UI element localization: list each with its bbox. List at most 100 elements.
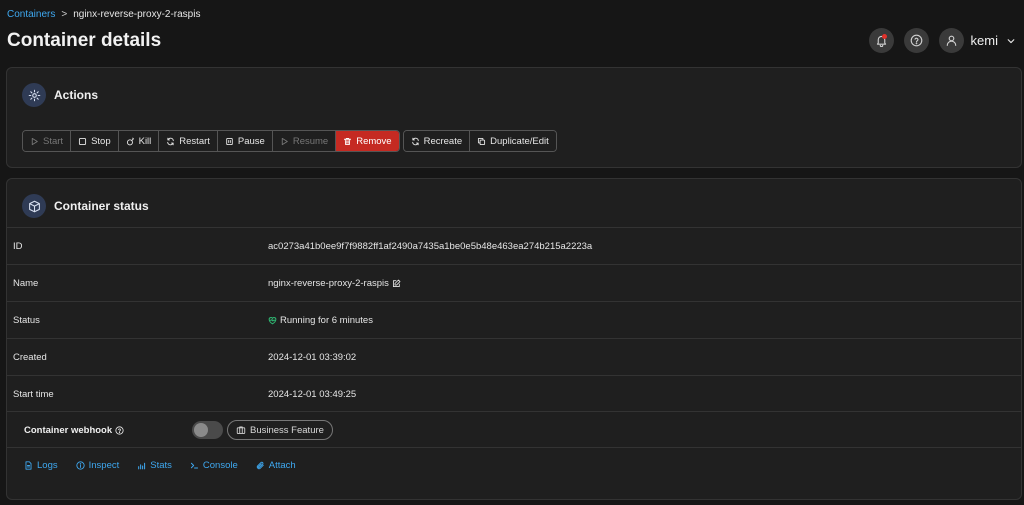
copy-icon	[478, 137, 486, 145]
action-buttons: Start Stop Kill Restart Pause Resume Rem…	[22, 130, 557, 152]
start-button-label: Start	[43, 135, 64, 147]
console-link[interactable]: Console	[190, 460, 238, 471]
remove-button-label: Remove	[356, 135, 392, 147]
webhook-label-wrap: Container webhook	[24, 425, 124, 436]
stats-link[interactable]: Stats	[137, 460, 172, 471]
status-title: Container status	[54, 199, 149, 213]
business-feature-badge: Business Feature	[227, 420, 333, 440]
inspect-link[interactable]: Inspect	[76, 460, 120, 471]
play-icon	[31, 137, 38, 145]
start-button[interactable]: Start	[23, 131, 72, 151]
status-value: Running for 6 minutes	[280, 314, 373, 326]
page-title: Container details	[7, 30, 162, 51]
resume-button[interactable]: Resume	[272, 131, 337, 151]
logs-link-label: Logs	[37, 460, 58, 471]
kill-button-label: Kill	[138, 135, 152, 147]
duplicate-edit-button[interactable]: Duplicate/Edit	[470, 131, 556, 151]
kill-button[interactable]: Kill	[118, 131, 160, 151]
remove-button[interactable]: Remove	[336, 131, 399, 151]
name-label: Name	[13, 277, 39, 289]
help-circle-icon	[910, 34, 922, 47]
actions-header: Actions	[22, 83, 98, 107]
business-feature-label: Business Feature	[250, 424, 324, 436]
paperclip-icon	[256, 461, 264, 470]
status-value-wrap: Running for 6 minutes	[268, 315, 373, 326]
box-icon	[28, 200, 40, 212]
status-row: Status Running for 6 minutes	[7, 301, 1021, 338]
name-value: nginx-reverse-proxy-2-raspis	[268, 277, 389, 289]
container-control-group: Start Stop Kill Restart Pause Resume Rem…	[22, 130, 400, 152]
play-icon	[281, 137, 288, 145]
bomb-icon	[126, 137, 134, 145]
user-menu-avatar[interactable]	[938, 28, 964, 53]
webhook-label: Container webhook	[24, 424, 113, 436]
stop-button[interactable]: Stop	[71, 131, 119, 151]
restart-button-label: Restart	[179, 135, 210, 147]
name-row: Name nginx-reverse-proxy-2-raspis	[7, 264, 1021, 301]
actions-title: Actions	[54, 88, 99, 102]
breadcrumb: Containers > nginx-reverse-proxy-2-raspis	[7, 9, 200, 20]
id-value: ac0273a41b0ee9f7f9882ff1af2490a7435a1be0…	[268, 240, 593, 252]
start-time-value: 2024-12-01 03:49:25	[268, 388, 357, 400]
edit-icon[interactable]	[392, 279, 401, 288]
webhook-toggle-knob	[194, 423, 208, 437]
stop-icon	[79, 137, 87, 145]
actions-card: Actions Start Stop Kill Restart Pause Re…	[6, 67, 1022, 168]
restart-button[interactable]: Restart	[159, 131, 218, 151]
heartbeat-icon	[268, 316, 277, 324]
webhook-row: Container webhook Business Feature	[7, 411, 1021, 448]
id-row: ID ac0273a41b0ee9f7f9882ff1af2490a7435a1…	[7, 227, 1021, 264]
status-label: Status	[13, 314, 40, 326]
start-time-row: Start time 2024-12-01 03:49:25	[7, 375, 1021, 412]
file-text-icon	[25, 461, 32, 470]
attach-link-label: Attach	[268, 460, 296, 471]
actions-header-icon-wrap	[22, 83, 46, 107]
settings-icon	[28, 89, 40, 101]
resume-button-label: Resume	[292, 135, 329, 147]
notifications-button[interactable]	[868, 28, 894, 53]
recreate-button[interactable]: Recreate	[403, 131, 471, 151]
created-label: Created	[13, 351, 47, 363]
created-value: 2024-12-01 03:39:02	[268, 351, 357, 363]
trash-icon	[344, 137, 352, 145]
status-header-icon-wrap	[22, 194, 46, 218]
stop-button-label: Stop	[91, 135, 111, 147]
top-bar: Containers > nginx-reverse-proxy-2-raspis …	[0, 0, 1024, 62]
info-icon	[76, 461, 85, 470]
console-link-label: Console	[202, 460, 238, 471]
start-time-label: Start time	[13, 388, 54, 400]
pause-button[interactable]: Pause	[217, 131, 273, 151]
name-value-wrap: nginx-reverse-proxy-2-raspis	[268, 278, 401, 289]
briefcase-icon	[236, 426, 246, 434]
breadcrumb-separator: >	[61, 9, 68, 20]
attach-link[interactable]: Attach	[256, 460, 296, 471]
top-actions: kemi	[859, 28, 1016, 53]
user-icon	[946, 35, 956, 46]
breadcrumb-current: nginx-reverse-proxy-2-raspis	[73, 9, 201, 20]
help-circle-icon	[115, 425, 124, 435]
help-button[interactable]	[903, 28, 929, 53]
bar-chart-icon	[138, 462, 146, 470]
logs-link[interactable]: Logs	[24, 460, 58, 471]
status-header: Container status	[22, 194, 149, 218]
links-divider	[7, 447, 1021, 448]
recreate-button-label: Recreate	[423, 135, 463, 147]
terminal-icon	[190, 462, 198, 469]
container-status-card: Container status ID ac0273a41b0ee9f7f988…	[6, 178, 1022, 500]
stats-link-label: Stats	[150, 460, 172, 471]
notification-dot	[881, 34, 887, 39]
created-row: Created 2024-12-01 03:39:02	[7, 338, 1021, 375]
breadcrumb-containers-link[interactable]: Containers	[7, 9, 55, 20]
webhook-toggle[interactable]	[192, 421, 223, 439]
container-links: Logs Inspect Stats Console Attach	[24, 460, 314, 471]
duplicate-edit-button-label: Duplicate/Edit	[490, 135, 549, 147]
refresh-icon	[411, 137, 419, 145]
id-label: ID	[13, 240, 23, 252]
chevron-down-icon[interactable]	[1006, 36, 1016, 46]
refresh-icon	[167, 137, 175, 145]
pause-icon	[226, 137, 233, 145]
user-name[interactable]: kemi	[971, 33, 998, 48]
inspect-link-label: Inspect	[88, 460, 120, 471]
container-edit-group: Recreate Duplicate/Edit	[402, 130, 557, 152]
pause-button-label: Pause	[237, 135, 265, 147]
